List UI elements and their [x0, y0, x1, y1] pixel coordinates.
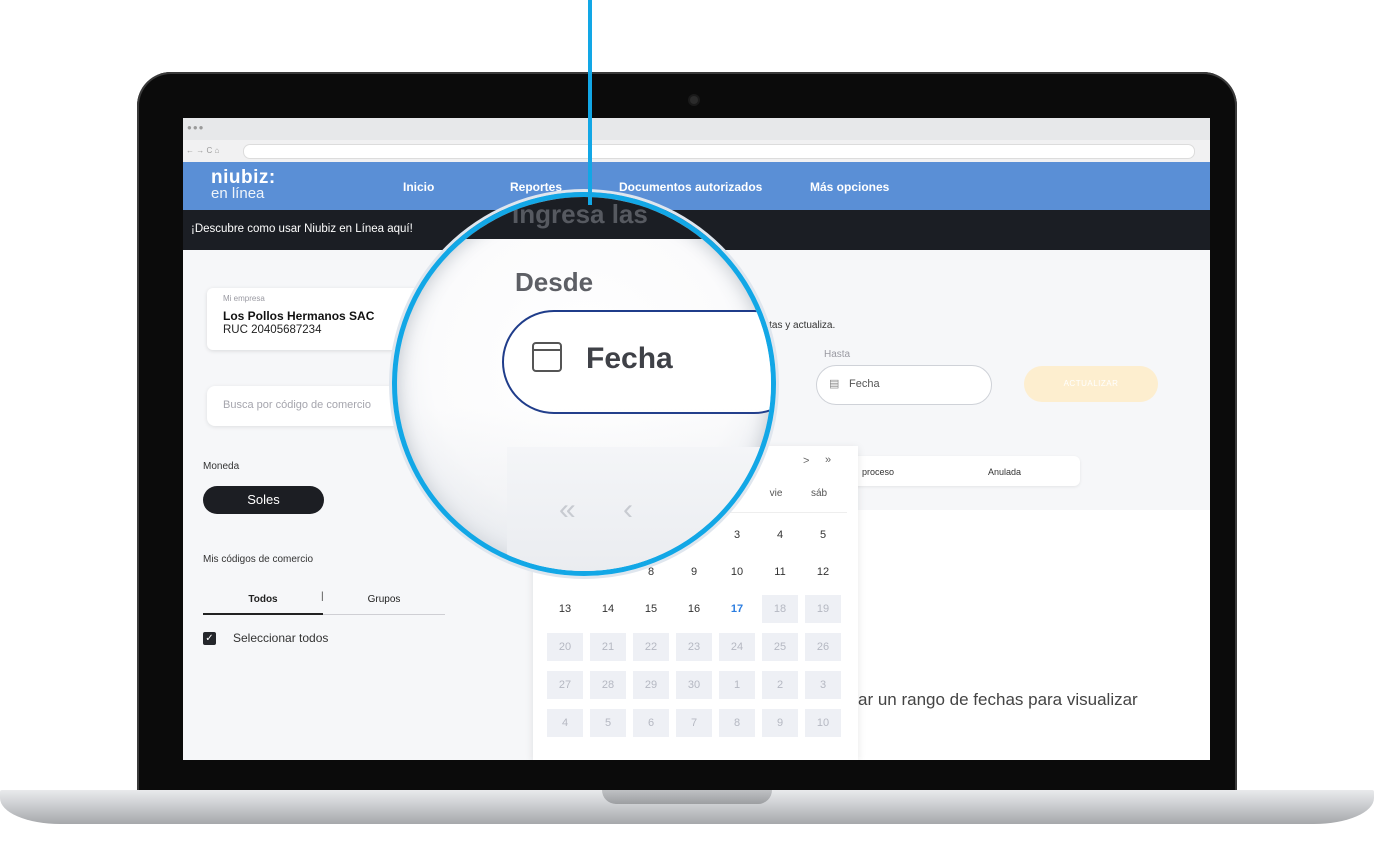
company-card[interactable]: Mi empresa Los Pollos Hermanos SAC RUC 2… [207, 288, 422, 350]
logo-line2: en línea [211, 185, 265, 202]
calendar-day[interactable]: 15 [633, 595, 669, 623]
calendar-icon: ▤ [829, 378, 840, 390]
calendar-day: 25 [762, 633, 798, 661]
calendar-day: 28 [590, 671, 626, 699]
select-all-label[interactable]: Seleccionar todos [233, 631, 328, 645]
calendar-day: 26 [805, 633, 841, 661]
calendar-day[interactable]: 5 [805, 521, 841, 549]
calendar-day: 10 [805, 709, 841, 737]
calendar-day: 20 [547, 633, 583, 661]
calendar-day: 2 [762, 671, 798, 699]
hasta-date-field[interactable]: ▤ Fecha [816, 365, 992, 405]
browser-toolbar: ← → C ⌂ [183, 140, 1210, 162]
company-name: Los Pollos Hermanos SAC [223, 309, 375, 323]
calendar-day: 1 [719, 671, 755, 699]
calendar-day[interactable]: 14 [590, 595, 626, 623]
calendar-day: 22 [633, 633, 669, 661]
tab-grupos[interactable]: Grupos [323, 594, 445, 615]
calendar-day: 6 [633, 709, 669, 737]
company-label: Mi empresa [223, 294, 265, 303]
merchant-codes-label: Mis códigos de comercio [203, 554, 314, 565]
calendar-day: 24 [719, 633, 755, 661]
camera-icon [690, 96, 698, 104]
calendar-day: 19 [805, 595, 841, 623]
calendar-day: 8 [719, 709, 755, 737]
calendar-day: 27 [547, 671, 583, 699]
status-proceso[interactable]: proceso [862, 467, 894, 477]
nav-mas-opciones[interactable]: Más opciones [810, 180, 889, 194]
laptop-notch [602, 790, 772, 804]
calendar-day: 3 [805, 671, 841, 699]
next-year-button[interactable]: » [825, 454, 831, 466]
calendar-icon [532, 342, 562, 372]
calendar-day: 30 [676, 671, 712, 699]
hasta-label: Hasta [824, 349, 851, 360]
calendar-day: 21 [590, 633, 626, 661]
status-anulada[interactable]: Anulada [988, 467, 1021, 477]
select-all-checkbox[interactable]: ✓ [203, 632, 216, 645]
promo-text[interactable]: ¡Descubre como usar Niubiz en Línea aquí… [191, 223, 413, 235]
calendar-day: 18 [762, 595, 798, 623]
company-ruc: RUC 20405687234 [223, 324, 322, 336]
calendar-day: 5 [590, 709, 626, 737]
calendar-day[interactable]: 12 [805, 558, 841, 586]
nav-documentos-autorizados[interactable]: Documentos autorizados [619, 180, 762, 194]
tab-todos[interactable]: Todos [203, 594, 323, 615]
browser-nav-icons[interactable]: ← → C ⌂ [186, 146, 219, 155]
browser-title-bar: ●●● [183, 118, 1210, 140]
magnified-view: Ingresa las Desde Fecha « ‹ [397, 197, 771, 571]
callout-pointer-line [588, 0, 592, 205]
calendar-day[interactable]: 17 [719, 595, 755, 623]
next-month-button[interactable]: > [803, 455, 809, 467]
desde-placeholder: Fecha [586, 342, 673, 375]
currency-label: Moneda [203, 461, 240, 472]
calendar-day[interactable]: 13 [547, 595, 583, 623]
calendar-day: 7 [676, 709, 712, 737]
url-bar[interactable] [243, 144, 1195, 159]
weekday-sab: sáb [810, 488, 828, 499]
empty-state-message: ar un rango de fechas para visualizar [858, 690, 1138, 709]
currency-soles-button[interactable]: Soles [203, 486, 324, 514]
niubiz-logo[interactable]: niubiz: en línea [211, 168, 276, 201]
calendar-day: 4 [547, 709, 583, 737]
calendar-day: 29 [633, 671, 669, 699]
nav-reportes[interactable]: Reportes [510, 180, 562, 194]
magnifier-lens: Ingresa las Desde Fecha « ‹ [392, 192, 776, 576]
desde-date-field[interactable]: Fecha [502, 310, 771, 414]
calendar-day[interactable]: 16 [676, 595, 712, 623]
calendar-day: 9 [762, 709, 798, 737]
actualizar-button[interactable]: ACTUALIZAR [1024, 366, 1158, 402]
nav-inicio[interactable]: Inicio [403, 180, 434, 194]
window-dots-icon: ●●● [187, 123, 205, 132]
desde-label: Desde [515, 267, 594, 297]
magnified-heading: Ingresa las [512, 199, 648, 229]
calendar-day: 23 [676, 633, 712, 661]
hasta-placeholder: Fecha [849, 378, 880, 390]
